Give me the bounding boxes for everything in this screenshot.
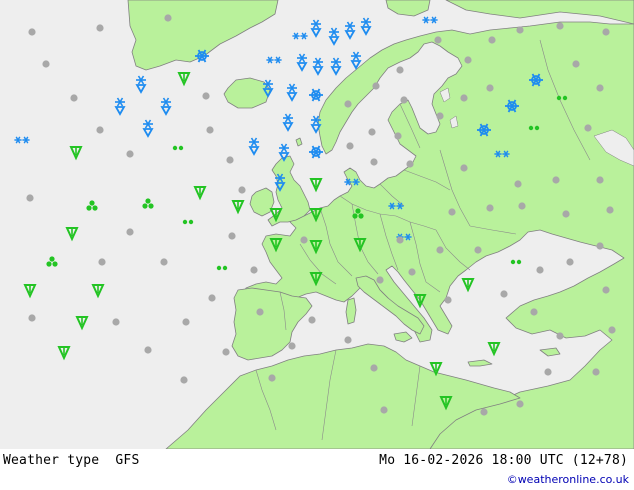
dry-symbol: [370, 364, 378, 372]
dry-symbol: [380, 406, 388, 414]
dry-symbol: [556, 332, 564, 340]
dry-symbol: [28, 314, 36, 322]
dry-symbol: [396, 66, 404, 74]
footer-bar: Weather type GFS Mo 16-02-2026 18:00 UTC…: [0, 449, 634, 490]
dry-symbol: [344, 100, 352, 108]
dry-symbol: [544, 368, 552, 376]
dry-symbol: [98, 258, 106, 266]
dry-symbol: [436, 112, 444, 120]
dry-symbol: [518, 202, 526, 210]
product-name: Weather type: [3, 453, 100, 468]
dry-symbol: [96, 126, 104, 134]
dry-symbol: [536, 266, 544, 274]
dry-symbol: [436, 246, 444, 254]
dry-symbol: [180, 376, 188, 384]
dry-symbol: [444, 296, 452, 304]
dry-symbol: [112, 318, 120, 326]
dry-symbol: [346, 142, 354, 150]
dry-symbol: [394, 132, 402, 140]
dry-symbol: [206, 126, 214, 134]
dry-symbol: [256, 308, 264, 316]
dry-symbol: [376, 276, 384, 284]
map-title: Weather type GFS: [3, 453, 139, 468]
dry-symbol: [344, 336, 352, 344]
dry-symbol: [370, 158, 378, 166]
dry-symbol: [596, 84, 604, 92]
dry-symbol: [164, 14, 172, 22]
dry-symbol: [250, 266, 258, 274]
dry-symbol: [406, 160, 414, 168]
dry-symbol: [460, 164, 468, 172]
dry-symbol: [238, 186, 246, 194]
dry-symbol: [226, 156, 234, 164]
dry-symbol: [448, 208, 456, 216]
dry-symbol: [396, 236, 404, 244]
dry-symbol: [556, 22, 564, 30]
dry-symbol: [288, 342, 296, 350]
dry-symbol: [300, 236, 308, 244]
dry-symbol: [222, 348, 230, 356]
dry-symbol: [70, 94, 78, 102]
valid-time: Mo 16-02-2026 18:00 UTC (12+78): [379, 453, 628, 468]
dry-symbol: [486, 204, 494, 212]
dry-symbol: [486, 84, 494, 92]
dry-symbol: [400, 96, 408, 104]
dry-symbol: [516, 26, 524, 34]
dry-symbol: [608, 326, 616, 334]
dry-symbol: [480, 408, 488, 416]
dry-symbol: [126, 228, 134, 236]
dry-symbol: [372, 82, 380, 90]
dry-symbol: [500, 290, 508, 298]
dry-symbol: [96, 24, 104, 32]
dry-symbol: [602, 28, 610, 36]
land-sardinia: [345, 297, 357, 325]
dry-symbol: [26, 194, 34, 202]
dry-symbol: [368, 128, 376, 136]
dry-symbol: [562, 210, 570, 218]
dry-symbol: [408, 268, 416, 276]
dry-symbol: [202, 92, 210, 100]
dry-symbol: [208, 294, 216, 302]
dry-symbol: [516, 400, 524, 408]
dry-symbol: [530, 308, 538, 316]
dry-symbol: [144, 346, 152, 354]
dry-symbol: [596, 176, 604, 184]
dry-symbol: [592, 368, 600, 376]
dry-symbol: [464, 56, 472, 64]
dry-symbol: [42, 60, 50, 68]
dry-symbol: [28, 28, 36, 36]
dry-symbol: [514, 180, 522, 188]
dry-symbol: [566, 258, 574, 266]
credit-link[interactable]: ©weatheronline.co.uk: [507, 473, 629, 486]
dry-symbol: [434, 36, 442, 44]
dry-symbol: [308, 316, 316, 324]
dry-symbol: [160, 258, 168, 266]
dry-symbol: [606, 206, 614, 214]
dry-symbol: [572, 60, 580, 68]
dry-symbol: [488, 36, 496, 44]
model-name: GFS: [115, 453, 140, 468]
dry-symbol: [596, 242, 604, 250]
dry-symbol: [602, 286, 610, 294]
dry-symbol: [126, 150, 134, 158]
dry-symbol: [228, 232, 236, 240]
dry-symbol: [552, 176, 560, 184]
dry-symbol: [584, 124, 592, 132]
dry-symbol: [182, 318, 190, 326]
weather-map: [0, 0, 634, 449]
dry-symbol: [268, 374, 276, 382]
dry-symbol: [474, 246, 482, 254]
dry-symbol: [460, 94, 468, 102]
